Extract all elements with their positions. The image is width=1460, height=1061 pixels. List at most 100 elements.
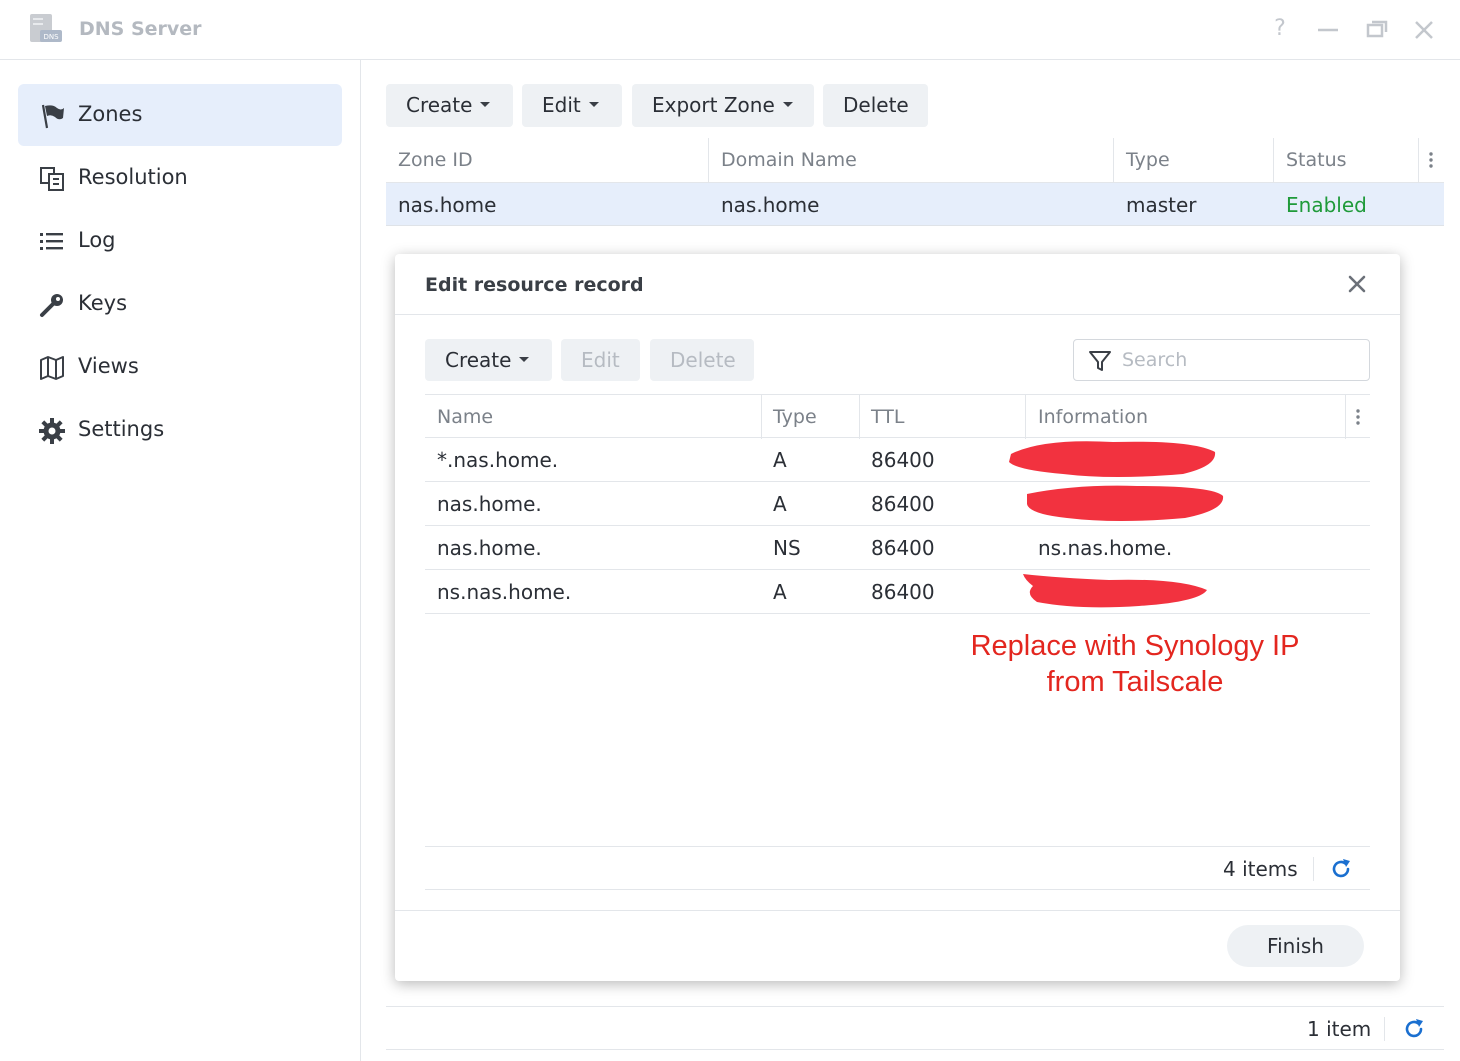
- resolution-icon: [40, 167, 64, 191]
- refresh-icon[interactable]: [1402, 1017, 1426, 1041]
- cell-ttl: 86400: [871, 448, 935, 472]
- title-bar: DNS DNS Server ?: [0, 0, 1460, 60]
- sidebar-item-label: Log: [78, 228, 116, 252]
- record-edit-label: Edit: [581, 348, 620, 372]
- column-header-type[interactable]: Type: [1126, 138, 1170, 182]
- table-header: Name Type TTL Information: [425, 394, 1370, 439]
- column-header-zone-id[interactable]: Zone ID: [398, 138, 473, 182]
- search-box[interactable]: [1073, 339, 1370, 381]
- sidebar-item-settings[interactable]: Settings: [18, 399, 342, 461]
- refresh-icon[interactable]: [1329, 857, 1353, 881]
- finish-button[interactable]: Finish: [1227, 925, 1364, 967]
- sidebar-item-keys[interactable]: Keys: [18, 273, 342, 335]
- cell-ttl: 86400: [871, 580, 935, 604]
- cell-ttl: 86400: [871, 492, 935, 516]
- column-separator: [1418, 138, 1419, 182]
- table-row[interactable]: nas.home. NS 86400 ns.nas.home.: [425, 526, 1370, 570]
- key-icon: [40, 294, 63, 317]
- table-row[interactable]: nas.home nas.home master Enabled: [386, 182, 1444, 226]
- sidebar: Zones Resolution Log Keys Views Settings: [0, 60, 361, 1061]
- annotation-note: Replace with Synology IP from Tailscale: [935, 628, 1335, 700]
- column-menu-icon[interactable]: [1426, 150, 1436, 170]
- item-count: 1 item: [1307, 1017, 1372, 1041]
- dialog-title: Edit resource record: [425, 274, 644, 296]
- divider: [1313, 857, 1314, 881]
- sidebar-item-zones[interactable]: Zones: [18, 84, 342, 146]
- map-icon: [40, 356, 64, 380]
- restore-icon[interactable]: [1363, 14, 1391, 44]
- divider: [1384, 1017, 1385, 1041]
- chevron-down-icon: [588, 102, 599, 107]
- filter-icon: [1089, 351, 1111, 371]
- sidebar-item-label: Settings: [78, 417, 165, 441]
- records-status-bar: 4 items: [425, 846, 1370, 890]
- column-separator: [1273, 138, 1274, 182]
- export-zone-button-label: Export Zone: [652, 93, 775, 117]
- search-input[interactable]: [1122, 344, 1362, 376]
- cell-name: nas.home.: [437, 536, 542, 560]
- chevron-down-icon: [480, 102, 491, 107]
- edit-resource-record-dialog: Edit resource record Create Edit Delete …: [395, 254, 1400, 981]
- redaction-mark: [1009, 441, 1216, 477]
- gear-icon: [39, 418, 65, 444]
- column-header-information[interactable]: Information: [1038, 395, 1148, 439]
- cell-name: nas.home.: [437, 492, 542, 516]
- sidebar-item-resolution[interactable]: Resolution: [18, 147, 342, 209]
- cell-information: ns.nas.home.: [1038, 536, 1173, 560]
- status-badge: Enabled: [1286, 193, 1367, 217]
- table-row[interactable]: *.nas.home. A 86400: [425, 438, 1370, 482]
- cell-type: A: [773, 448, 787, 472]
- flag-icon: [41, 104, 64, 129]
- app-icon-badge: DNS: [43, 33, 59, 41]
- close-icon[interactable]: [1410, 14, 1438, 44]
- chevron-down-icon: [782, 102, 793, 107]
- edit-button[interactable]: Edit: [522, 84, 622, 127]
- window-title: DNS Server: [79, 18, 202, 40]
- column-header-status[interactable]: Status: [1286, 138, 1347, 182]
- sidebar-item-label: Keys: [78, 291, 128, 315]
- redaction-mark: [1027, 485, 1224, 521]
- record-edit-button[interactable]: Edit: [561, 339, 640, 381]
- zones-status-bar: 1 item: [386, 1006, 1444, 1050]
- cell-type: A: [773, 580, 787, 604]
- cell-ttl: 86400: [871, 536, 935, 560]
- list-icon: [40, 233, 63, 250]
- annotation-line: from Tailscale: [1046, 666, 1224, 698]
- column-separator: [761, 395, 762, 439]
- export-zone-button[interactable]: Export Zone: [632, 84, 814, 127]
- table-row[interactable]: ns.nas.home. A 86400: [425, 570, 1370, 614]
- redaction-mark: [1023, 574, 1207, 608]
- cell-name: *.nas.home.: [437, 448, 559, 472]
- delete-button[interactable]: Delete: [823, 84, 928, 127]
- record-create-button[interactable]: Create: [425, 339, 552, 381]
- cell-name: ns.nas.home.: [437, 580, 572, 604]
- cell-type: master: [1126, 193, 1197, 217]
- edit-button-label: Edit: [542, 93, 581, 117]
- annotation-line: Replace with Synology IP: [970, 630, 1300, 662]
- column-separator: [708, 138, 709, 182]
- column-separator: [1345, 395, 1346, 439]
- record-create-label: Create: [445, 348, 512, 372]
- cell-type: NS: [773, 536, 801, 560]
- record-delete-label: Delete: [670, 348, 736, 372]
- help-icon[interactable]: ?: [1266, 14, 1294, 44]
- column-header-ttl[interactable]: TTL: [871, 395, 904, 439]
- sidebar-item-label: Resolution: [78, 165, 188, 189]
- sidebar-item-views[interactable]: Views: [18, 336, 342, 398]
- column-separator: [1025, 395, 1026, 439]
- dns-server-app-icon: DNS: [30, 14, 62, 42]
- minimize-icon[interactable]: [1314, 14, 1342, 44]
- cell-type: A: [773, 492, 787, 516]
- column-header-type[interactable]: Type: [773, 395, 817, 439]
- close-icon[interactable]: [1342, 269, 1372, 299]
- column-header-name[interactable]: Name: [437, 395, 493, 439]
- record-delete-button[interactable]: Delete: [650, 339, 754, 381]
- divider: [395, 314, 1400, 315]
- create-button[interactable]: Create: [386, 84, 513, 127]
- column-separator: [1113, 138, 1114, 182]
- delete-button-label: Delete: [843, 93, 909, 117]
- sidebar-item-log[interactable]: Log: [18, 210, 342, 272]
- column-menu-icon[interactable]: [1353, 407, 1363, 427]
- divider: [395, 910, 1400, 911]
- column-header-domain-name[interactable]: Domain Name: [721, 138, 857, 182]
